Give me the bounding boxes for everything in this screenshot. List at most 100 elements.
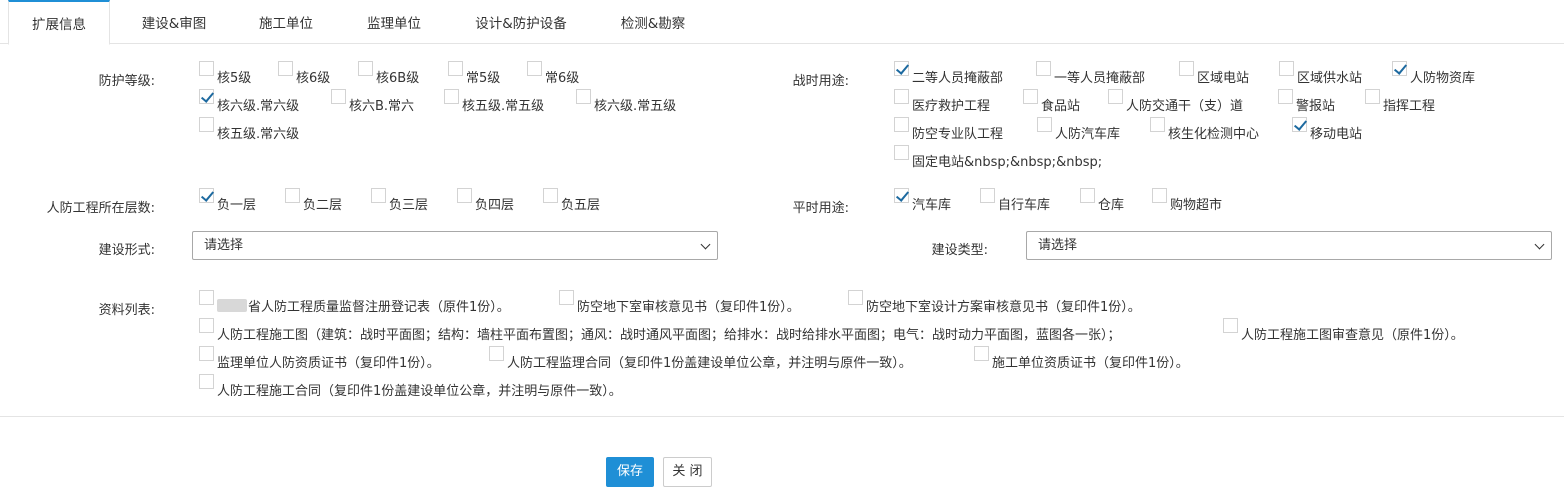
checkbox[interactable]	[1108, 89, 1123, 104]
checkbox[interactable]	[1080, 188, 1095, 203]
checkbox[interactable]	[1365, 89, 1380, 104]
checkbox[interactable]	[448, 61, 463, 76]
form-divider	[0, 416, 1564, 417]
redacted-text	[217, 299, 247, 312]
option-label: 人防交通干（支）道	[1126, 99, 1244, 114]
option-label: 一等人员掩蔽部	[1054, 71, 1146, 86]
materials-label: 资料列表:	[98, 303, 155, 318]
build-type-value: 请选择	[1038, 238, 1078, 253]
tab-construction-review[interactable]: 建设&审图	[124, 0, 224, 45]
checkbox[interactable]	[199, 318, 214, 333]
checkbox[interactable]	[543, 188, 558, 203]
option-label: 二等人员掩蔽部	[912, 71, 1004, 86]
option-label: 负二层	[303, 198, 343, 213]
checkbox[interactable]	[527, 61, 542, 76]
close-button[interactable]: 关 闭	[663, 457, 712, 487]
floor-label: 人防工程所在层数:	[46, 201, 155, 216]
option-label: 核六B.常六	[349, 99, 415, 114]
checkbox[interactable]	[199, 346, 214, 361]
checkbox[interactable]	[278, 61, 293, 76]
option-label: 人防物资库	[1410, 71, 1476, 86]
option-label: 人防工程施工图（建筑：战时平面图；结构：墙柱平面布置图；通风：战时通风平面图；给…	[217, 328, 1121, 343]
checkbox[interactable]	[199, 89, 214, 104]
build-form-select[interactable]: 请选择	[192, 231, 718, 260]
checkbox[interactable]	[894, 89, 909, 104]
option-label: 移动电站	[1310, 127, 1363, 142]
checkbox[interactable]	[974, 346, 989, 361]
option-label: 食品站	[1041, 99, 1081, 114]
tab-supervision-unit[interactable]: 监理单位	[348, 0, 440, 45]
option-label: 监理单位人防资质证书（复印件1份）。	[217, 356, 440, 371]
option-label: 防空地下室设计方案审核意见书（复印件1份）。	[866, 300, 1141, 315]
checkbox[interactable]	[980, 188, 995, 203]
checkbox[interactable]	[1036, 61, 1051, 76]
checkbox[interactable]	[199, 117, 214, 132]
tab-extended-info[interactable]: 扩展信息	[8, 0, 110, 45]
option-label: 仓库	[1098, 198, 1125, 213]
option-label: 防空地下室审核意见书（复印件1份）。	[577, 300, 800, 315]
checkbox[interactable]	[559, 290, 574, 305]
option-label: 负三层	[389, 198, 429, 213]
option-label: 防空专业队工程	[912, 127, 1004, 142]
option-label: 负五层	[561, 198, 601, 213]
checkbox[interactable]	[1023, 89, 1038, 104]
material-label: 省人防工程质量监督注册登记表（原件1份）。	[248, 300, 510, 315]
option-label: 核6级	[296, 71, 331, 86]
tab-inspection-survey[interactable]: 检测&勘察	[604, 0, 702, 45]
option-label: 核6B级	[376, 71, 420, 86]
save-button[interactable]: 保存	[606, 457, 654, 487]
option-label: 人防工程监理合同（复印件1份盖建设单位公章，并注明与原件一致）。	[507, 356, 912, 371]
checkbox[interactable]	[457, 188, 472, 203]
build-type-label: 建设类型:	[931, 243, 988, 258]
option-label: 常5级	[466, 71, 501, 86]
wartime-use-label: 战时用途:	[792, 74, 849, 89]
checkbox[interactable]	[331, 89, 346, 104]
tab-construction-unit[interactable]: 施工单位	[240, 0, 332, 45]
option-label: 人防工程施工合同（复印件1份盖建设单位公章，并注明与原件一致）。	[217, 384, 622, 399]
option-label: 核六级.常五级	[594, 99, 677, 114]
checkbox[interactable]	[1179, 61, 1194, 76]
checkbox[interactable]	[358, 61, 373, 76]
checkbox[interactable]	[1392, 61, 1407, 76]
tab-bar: 扩展信息 建设&审图 施工单位 监理单位 设计&防护设备 检测&勘察	[0, 0, 1564, 45]
checkbox[interactable]	[199, 188, 214, 203]
option-label: 负四层	[475, 198, 515, 213]
checkbox[interactable]	[1223, 318, 1238, 333]
option-label: 常6级	[545, 71, 580, 86]
build-type-select[interactable]: 请选择	[1026, 231, 1552, 260]
option-label: 核五级.常六级	[217, 127, 300, 142]
checkbox[interactable]	[285, 188, 300, 203]
option-label: 医疗救护工程	[912, 99, 991, 114]
option-label: 汽车库	[912, 198, 952, 213]
build-form-value: 请选择	[204, 238, 244, 253]
checkbox[interactable]	[1278, 89, 1293, 104]
checkbox[interactable]	[371, 188, 386, 203]
checkbox[interactable]	[894, 188, 909, 203]
checkbox[interactable]	[199, 290, 214, 305]
option-label: 固定电站&nbsp;&nbsp;&nbsp;	[912, 155, 1103, 170]
option-label: 核五级.常五级	[462, 99, 545, 114]
checkbox[interactable]	[848, 290, 863, 305]
option-label: 购物超市	[1170, 198, 1223, 213]
option-label: 区域供水站	[1297, 71, 1363, 86]
checkbox[interactable]	[199, 374, 214, 389]
tab-design-protection[interactable]: 设计&防护设备	[458, 0, 584, 45]
checkbox[interactable]	[894, 117, 909, 132]
checkbox[interactable]	[1292, 117, 1307, 132]
checkbox[interactable]	[1152, 188, 1167, 203]
checkbox[interactable]	[576, 89, 591, 104]
checkbox[interactable]	[894, 61, 909, 76]
checkbox[interactable]	[894, 145, 909, 160]
option-label: 施工单位资质证书（复印件1份）。	[992, 356, 1189, 371]
chevron-down-icon	[700, 239, 711, 250]
option-label: 警报站	[1296, 99, 1336, 114]
option-label: 自行车库	[998, 198, 1051, 213]
checkbox[interactable]	[1279, 61, 1294, 76]
checkbox[interactable]	[1150, 117, 1165, 132]
checkbox[interactable]	[444, 89, 459, 104]
option-label: 区域电站	[1197, 71, 1250, 86]
checkbox[interactable]	[489, 346, 504, 361]
checkbox[interactable]	[199, 61, 214, 76]
peacetime-use-label: 平时用途:	[792, 201, 849, 216]
checkbox[interactable]	[1037, 117, 1052, 132]
